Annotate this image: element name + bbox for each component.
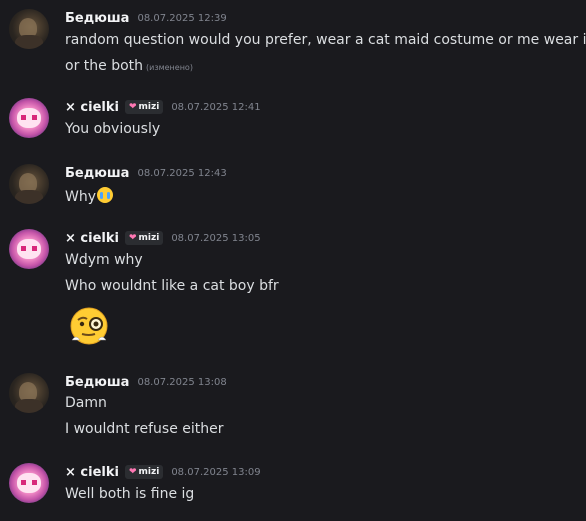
author-name[interactable]: Бедюша: [65, 11, 129, 26]
heart-icon: ❤: [128, 467, 137, 477]
timestamp[interactable]: 08.07.2025 13:09: [171, 467, 260, 478]
message-header: × cielki ❤ mizi 08.07.2025 13:09: [65, 463, 261, 481]
message-text: Well both is fine ig: [65, 486, 195, 502]
message-text: Damn: [65, 395, 107, 411]
avatar[interactable]: [9, 229, 49, 269]
monocle-face-emoji[interactable]: [66, 304, 112, 350]
heart-icon: ❤: [128, 102, 137, 112]
timestamp[interactable]: 08.07.2025 12:39: [137, 13, 226, 24]
avatar[interactable]: [9, 98, 49, 138]
message-header: Бедюша 08.07.2025 12:39: [65, 9, 227, 27]
message-text: Who wouldnt like a cat boy bfr: [65, 278, 279, 294]
server-tag-label: mizi: [138, 467, 160, 477]
avatar[interactable]: [9, 164, 49, 204]
edited-label: (изменено): [146, 63, 193, 72]
timestamp[interactable]: 08.07.2025 13:08: [137, 377, 226, 388]
message-text: Wdym why: [65, 252, 143, 268]
author-name[interactable]: Бедюша: [65, 166, 129, 181]
server-tag[interactable]: ❤ mizi: [124, 465, 164, 479]
message-text: or the both: [65, 58, 144, 74]
server-tag[interactable]: ❤ mizi: [124, 231, 164, 245]
author-name[interactable]: × cielki: [65, 231, 119, 246]
message-text: You obviously: [65, 121, 161, 137]
heart-icon: ❤: [128, 233, 137, 243]
author-name[interactable]: Бедюша: [65, 375, 129, 390]
message-text-line: Why: [65, 187, 114, 205]
author-name[interactable]: × cielki: [65, 100, 119, 115]
message-text: random question would you prefer, wear a…: [65, 32, 586, 48]
avatar[interactable]: [9, 9, 49, 49]
message-text: Why: [65, 189, 97, 205]
avatar[interactable]: [9, 373, 49, 413]
message-header: Бедюша 08.07.2025 12:43: [65, 164, 227, 182]
author-name[interactable]: × cielki: [65, 465, 119, 480]
server-tag-label: mizi: [138, 233, 160, 243]
server-tag-label: mizi: [138, 102, 160, 112]
message-header: Бедюша 08.07.2025 13:08: [65, 373, 227, 391]
server-tag[interactable]: ❤ mizi: [124, 100, 164, 114]
timestamp[interactable]: 08.07.2025 13:05: [171, 233, 260, 244]
message-text: I wouldnt refuse either: [65, 421, 224, 437]
message-text-line: or the both (изменено): [65, 58, 193, 74]
message-header: × cielki ❤ mizi 08.07.2025 12:41: [65, 98, 261, 116]
avatar[interactable]: [9, 463, 49, 503]
timestamp[interactable]: 08.07.2025 12:41: [171, 102, 260, 113]
loudly-crying-face-emoji[interactable]: [97, 187, 114, 203]
timestamp[interactable]: 08.07.2025 12:43: [137, 168, 226, 179]
message-header: × cielki ❤ mizi 08.07.2025 13:05: [65, 229, 261, 247]
